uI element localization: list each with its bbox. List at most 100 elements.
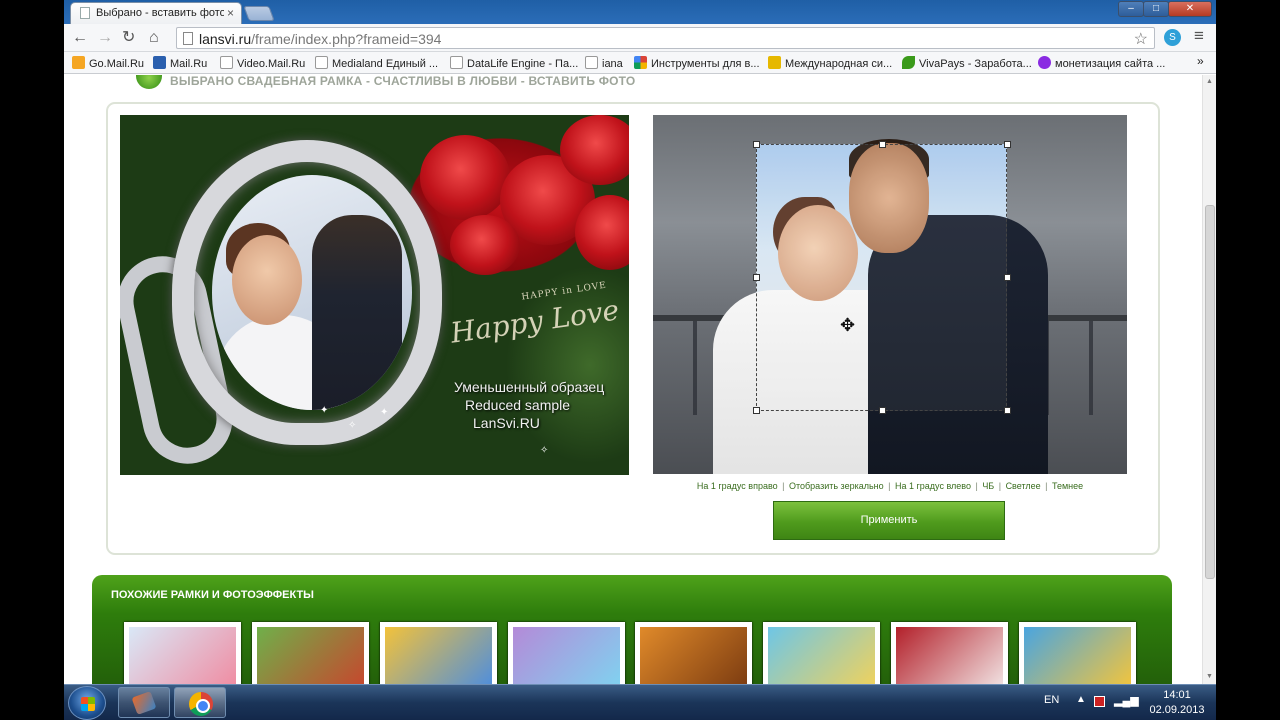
page-icon: [450, 56, 463, 69]
taskbar-chrome-button[interactable]: [174, 687, 226, 718]
move-cursor-icon: ✥: [840, 315, 856, 335]
bookmarks-more-icon[interactable]: »: [1197, 54, 1204, 68]
bookmark-item[interactable]: Инструменты для в...: [634, 56, 760, 70]
happy-love-text: HAPPY in LOVE Happy Love: [448, 280, 622, 350]
url-host: lansvi.ru: [199, 31, 252, 47]
watermark: Уменьшенный образец Reduced sample LanSv…: [454, 379, 605, 431]
crop-handle[interactable]: [879, 141, 886, 148]
chrome-icon: [189, 692, 213, 716]
bookmark-item[interactable]: монетизация сайта ...: [1038, 56, 1165, 70]
clock-date: 02.09.2013: [1149, 704, 1205, 716]
similar-frames-section: ПОХОЖИЕ РАМКИ И ФОТОЭФФЕКТЫ: [92, 575, 1172, 685]
app-icon: [131, 691, 157, 715]
leaf-icon: [902, 56, 915, 69]
close-window-button[interactable]: ✕: [1168, 1, 1212, 17]
similar-frame-thumb[interactable]: [891, 622, 1008, 685]
similar-frame-thumb[interactable]: [1019, 622, 1136, 685]
tab-close-icon[interactable]: ×: [227, 6, 234, 20]
taskbar-app-button[interactable]: [118, 687, 170, 718]
menu-icon[interactable]: ≡: [1194, 26, 1204, 46]
gl-icon: [768, 56, 781, 69]
web-page: ВЫБРАНО СВАДЕБНАЯ РАМКА - СЧАСТЛИВЫ В ЛЮ…: [64, 75, 1216, 685]
bookmark-item[interactable]: Medialand Единый ...: [315, 56, 438, 70]
mail-icon: [72, 56, 85, 69]
rose: [450, 215, 520, 275]
tray-expand-icon[interactable]: ▲: [1076, 694, 1086, 705]
similar-frame-thumb[interactable]: [635, 622, 752, 685]
page-icon: [220, 56, 233, 69]
section-marker-icon: [136, 75, 162, 89]
tab-active[interactable]: Выбрано - вставить фото ×: [70, 2, 242, 24]
similar-frame-thumb[interactable]: [124, 622, 241, 685]
crop-handle[interactable]: [879, 407, 886, 414]
frame-preview: ✦ ✧ ✦ ✧ HAPPY in LOVE Happy Love Уменьшен…: [120, 115, 629, 475]
bookmark-item[interactable]: Video.Mail.Ru: [220, 56, 305, 70]
clock[interactable]: 14:01 02.09.2013: [1144, 688, 1210, 718]
star-icon: [1038, 56, 1051, 69]
similar-frame-thumb[interactable]: [380, 622, 497, 685]
similar-frame-thumb[interactable]: [763, 622, 880, 685]
maximize-button[interactable]: □: [1143, 1, 1169, 17]
back-icon[interactable]: ←: [72, 29, 88, 47]
bookmark-item[interactable]: VivaPays - Заработа...: [902, 56, 1032, 70]
taskbar: EN ▲ ▂▄▆ 14:01 02.09.2013: [64, 684, 1216, 720]
new-tab-button[interactable]: [243, 6, 275, 21]
crop-handle[interactable]: [1004, 407, 1011, 414]
apply-button[interactable]: Применить: [773, 501, 1005, 540]
bookmark-item[interactable]: iana: [585, 56, 623, 70]
minimize-button[interactable]: –: [1118, 1, 1144, 17]
photo-crop-area[interactable]: ✥: [653, 115, 1127, 474]
network-icon[interactable]: ▂▄▆: [1114, 694, 1139, 707]
section-title: ВЫБРАНО СВАДЕБНАЯ РАМКА - СЧАСТЛИВЫ В ЛЮ…: [170, 75, 636, 88]
rotate-left-link[interactable]: На 1 градус влево: [895, 481, 971, 491]
action-center-icon[interactable]: [1094, 696, 1105, 707]
start-button[interactable]: [68, 686, 106, 720]
scroll-up-icon[interactable]: ▲: [1206, 78, 1213, 85]
bookmark-item[interactable]: Международная си...: [768, 56, 892, 70]
reload-icon[interactable]: ↻: [122, 29, 135, 47]
similar-frame-thumb[interactable]: [252, 622, 369, 685]
page-icon: [80, 7, 90, 19]
page-scrollbar[interactable]: ▲ ▼: [1202, 75, 1216, 685]
grayscale-link[interactable]: ЧБ: [982, 481, 994, 491]
skype-icon[interactable]: S: [1164, 29, 1181, 46]
url-path: /frame/index.php?frameid=394: [251, 31, 442, 47]
bookmark-star-icon[interactable]: ☆: [1134, 29, 1148, 49]
forward-icon[interactable]: →: [97, 29, 113, 47]
edit-links: На 1 градус вправо | Отобразить зеркальн…: [696, 481, 1084, 491]
scrollbar-thumb[interactable]: [1205, 205, 1215, 579]
crop-handle[interactable]: [1004, 274, 1011, 281]
language-indicator[interactable]: EN: [1044, 694, 1059, 706]
crop-handle[interactable]: [1004, 141, 1011, 148]
browser-toolbar: ← → ↻ ⌂ lansvi.ru/frame/index.php?framei…: [64, 24, 1216, 52]
crop-selection[interactable]: [756, 144, 1007, 411]
scroll-down-icon[interactable]: ▼: [1206, 673, 1213, 680]
mirror-link[interactable]: Отобразить зеркально: [789, 481, 884, 491]
lighter-link[interactable]: Светлее: [1006, 481, 1041, 491]
page-icon: [585, 56, 598, 69]
rose: [420, 135, 510, 220]
tab-strip: Выбрано - вставить фото × – □ ✕: [64, 0, 1216, 24]
crop-handle[interactable]: [753, 141, 760, 148]
darker-link[interactable]: Темнее: [1052, 481, 1083, 491]
similar-frames-title: ПОХОЖИЕ РАМКИ И ФОТОЭФФЕКТЫ: [111, 589, 314, 601]
tab-title: Выбрано - вставить фото: [96, 7, 224, 19]
url-text: lansvi.ru/frame/index.php?frameid=394: [199, 31, 441, 47]
similar-frame-thumb[interactable]: [508, 622, 625, 685]
bookmarks-bar: Go.Mail.Ru Mail.Ru Video.Mail.Ru Mediala…: [64, 52, 1216, 74]
home-icon[interactable]: ⌂: [149, 29, 159, 47]
mail-icon: [153, 56, 166, 69]
google-icon: [634, 56, 647, 69]
bookmark-item[interactable]: Go.Mail.Ru: [72, 56, 144, 70]
photo-in-frame: [212, 175, 412, 410]
rotate-right-link[interactable]: На 1 градус вправо: [697, 481, 778, 491]
crop-handle[interactable]: [753, 407, 760, 414]
address-bar[interactable]: lansvi.ru/frame/index.php?frameid=394 ☆: [176, 27, 1155, 49]
page-icon: [315, 56, 328, 69]
page-icon: [183, 32, 193, 45]
crop-handle[interactable]: [753, 274, 760, 281]
windows-icon: [81, 697, 95, 711]
bookmark-item[interactable]: DataLife Engine - Па...: [450, 56, 578, 70]
screen: Выбрано - вставить фото × – □ ✕ ← → ↻ ⌂ …: [64, 0, 1216, 720]
bookmark-item[interactable]: Mail.Ru: [153, 56, 207, 70]
